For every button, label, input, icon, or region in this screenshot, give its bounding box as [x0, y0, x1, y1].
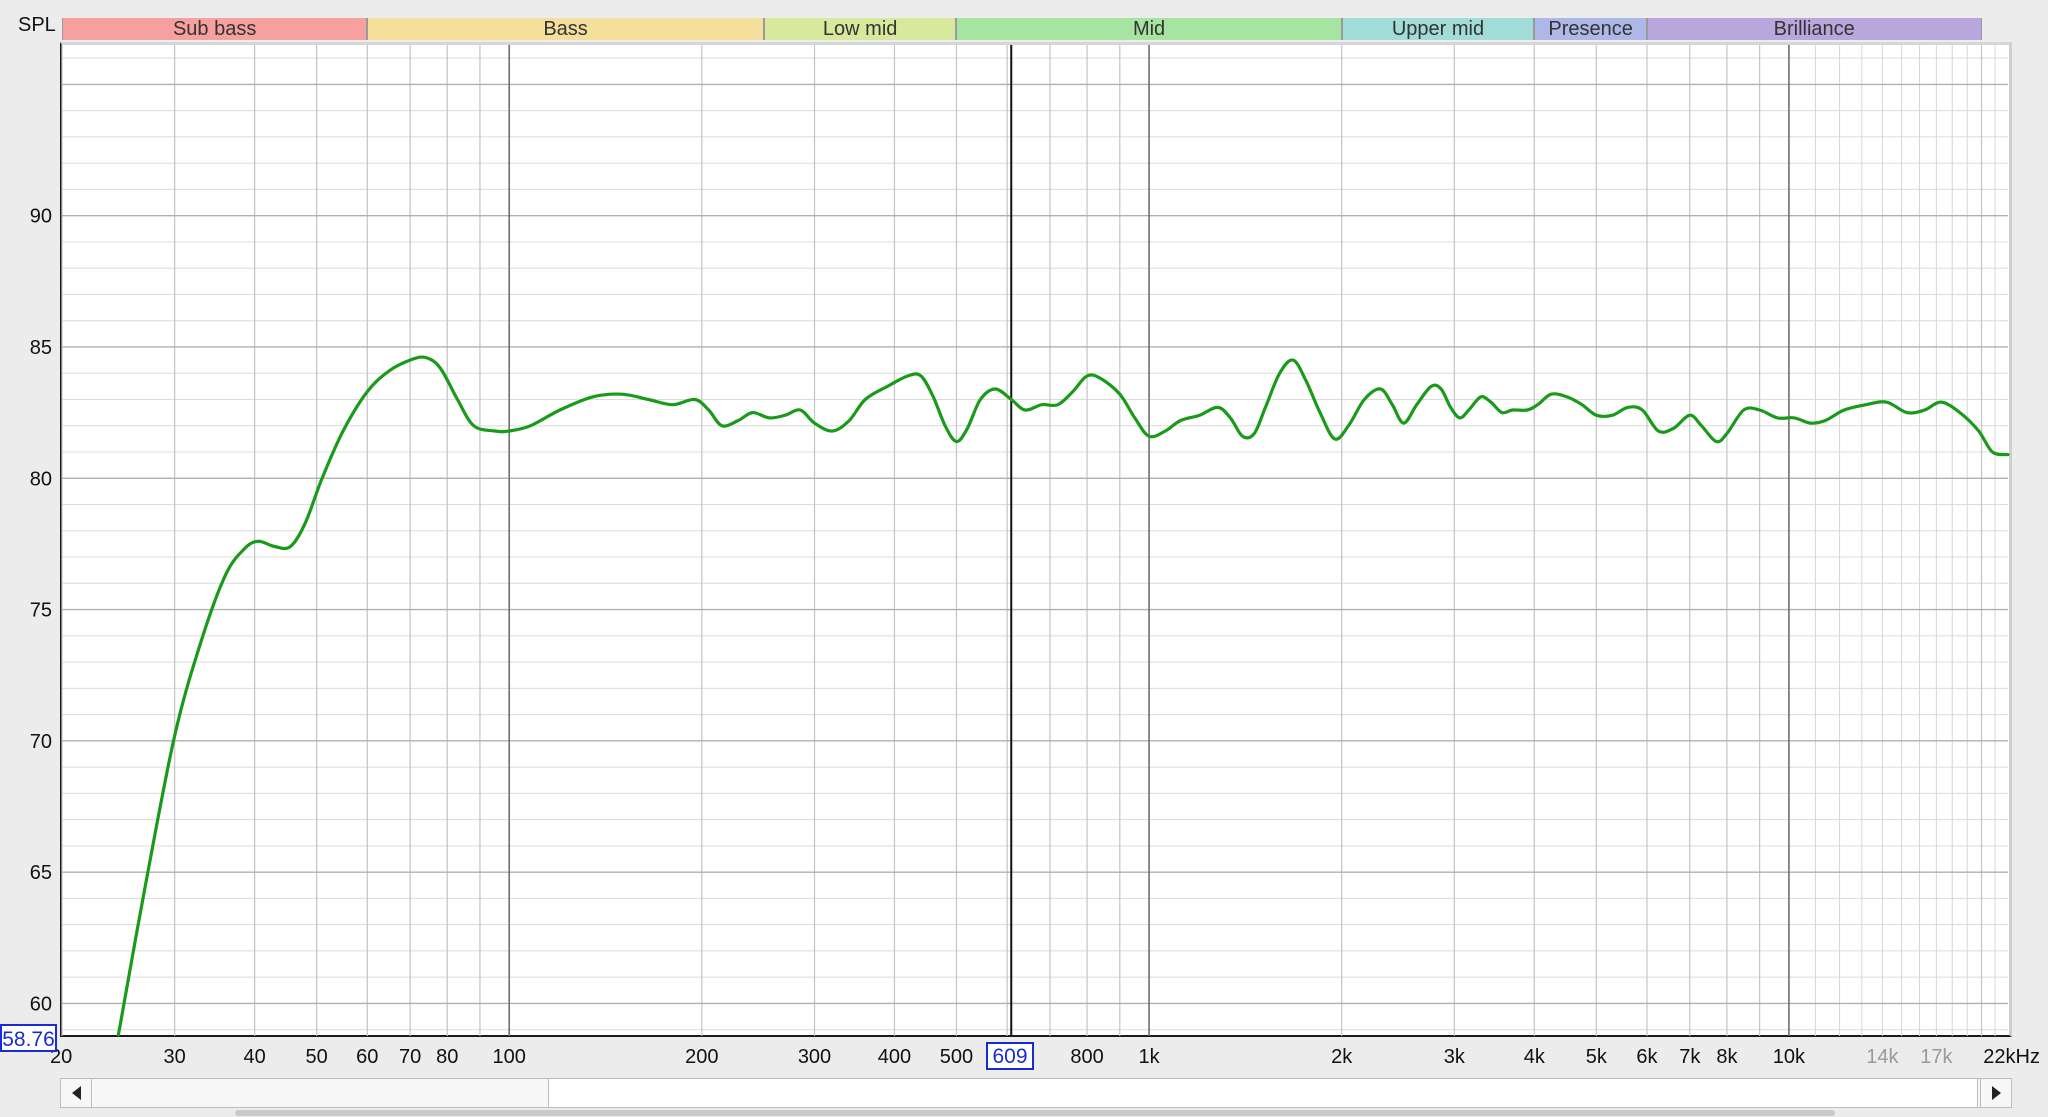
x-tick-label: 70	[399, 1046, 421, 1068]
x-tick-label: 17k	[1920, 1046, 1953, 1068]
x-tick-label: 10k	[1773, 1046, 1806, 1068]
cursor-x-readout: 609	[986, 1042, 1034, 1070]
horizontal-scrollbar[interactable]	[60, 1078, 2012, 1108]
x-tick-label: 5k	[1586, 1046, 1608, 1068]
x-tick-label: 40	[243, 1046, 265, 1068]
y-tick-label: 80	[30, 468, 52, 490]
x-tick-label: 200	[685, 1046, 718, 1068]
y-tick-labels: 60 65 70 75 80 85 90	[30, 206, 52, 1016]
x-tick-label: 800	[1070, 1046, 1103, 1068]
x-tick-label: 80	[436, 1046, 458, 1068]
y-tick-label: 75	[30, 600, 52, 622]
x-tick-label: 4k	[1524, 1046, 1546, 1068]
scrollbar-track[interactable]	[548, 1079, 1978, 1107]
x-tick-label: 6k	[1636, 1046, 1658, 1068]
x-tick-label: 60	[356, 1046, 378, 1068]
x-tick-labels: 20 30 40 50 60 70 80 100 200 300 400 500 800 1k 2k 3k 4k…	[50, 1046, 2040, 1068]
x-tick-label: 8k	[1716, 1046, 1738, 1068]
y-tick-label: 70	[30, 731, 52, 753]
x-tick-label: 300	[798, 1046, 831, 1068]
x-tick-label: 22kHz	[1983, 1046, 2040, 1068]
scroll-right-button[interactable]	[1980, 1079, 2011, 1107]
series-layer	[116, 355, 2010, 1037]
x-tick-label: 100	[493, 1046, 526, 1068]
x-tick-label: 14k	[1866, 1046, 1899, 1068]
major-gridlines	[62, 45, 2008, 1036]
x-tick-label: 3k	[1444, 1046, 1466, 1068]
y-tick-label: 85	[30, 337, 52, 359]
y-tick-label: 65	[30, 862, 52, 884]
x-tick-label: 30	[164, 1046, 186, 1068]
scroll-left-button[interactable]	[61, 1079, 92, 1107]
x-tick-label: 50	[305, 1046, 327, 1068]
spl-series-line	[116, 355, 2010, 1037]
cursor-y-readout: 58.76	[0, 1024, 57, 1052]
x-tick-label: 400	[878, 1046, 911, 1068]
window-edge	[235, 1110, 1835, 1116]
y-tick-label: 90	[30, 206, 52, 228]
x-tick-label: 2k	[1331, 1046, 1353, 1068]
x-tick-label: 500	[940, 1046, 973, 1068]
chevron-left-icon	[71, 1086, 81, 1100]
x-tick-label: 7k	[1679, 1046, 1701, 1068]
chevron-right-icon	[1991, 1086, 2001, 1100]
frequency-response-chart[interactable]: 60657075808590 20 30 40 50 60 70 80 100 200 300 40…	[0, 0, 2048, 1117]
x-tick-label: 1k	[1139, 1046, 1161, 1068]
minor-gridlines	[61, 45, 2008, 1036]
y-tick-label: 60	[30, 993, 52, 1015]
